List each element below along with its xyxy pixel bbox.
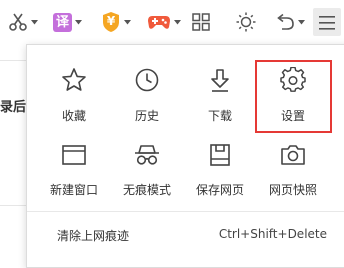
- camera-icon: [280, 143, 306, 171]
- main-menu-button[interactable]: [313, 8, 341, 36]
- menu-item-label: 新建窗口: [49, 183, 98, 197]
- menu-item-incognito[interactable]: 无痕模式: [114, 141, 180, 198]
- hamburger-menu-icon: [319, 15, 335, 34]
- menu-item-clear-history[interactable]: 清除上网痕迹 Ctrl+Shift+Delete: [27, 223, 344, 247]
- undo-icon: [275, 13, 295, 31]
- menu-item-label: 保存网页: [195, 183, 244, 197]
- page-text-fragment: 录后: [0, 100, 27, 115]
- menu-item-save-page[interactable]: 保存网页: [187, 141, 253, 198]
- browser-toolbar: 译 ¥: [0, 0, 344, 44]
- gamepad-icon: [147, 13, 171, 31]
- scissors-icon: [8, 12, 28, 32]
- menu-item-snapshot[interactable]: 网页快照: [260, 141, 326, 198]
- undo-dropdown-button[interactable]: [275, 9, 305, 35]
- save-disk-icon: [208, 143, 232, 171]
- menu-item-label: 收藏: [61, 109, 86, 123]
- window-icon: [61, 143, 87, 171]
- chevron-down-icon: [31, 19, 38, 25]
- menu-item-label: 网页快照: [268, 183, 317, 197]
- settings-highlight-box: [255, 60, 332, 133]
- menu-item-label: 历史: [134, 109, 159, 123]
- star-icon: [61, 67, 87, 97]
- clear-history-label: 清除上网痕迹: [57, 229, 130, 243]
- download-arrow-icon: [207, 67, 233, 97]
- chevron-down-icon: [298, 19, 305, 25]
- incognito-icon: [133, 143, 161, 171]
- menu-item-label: 下载: [207, 109, 232, 123]
- game-dropdown-button[interactable]: [147, 9, 181, 35]
- main-menu-dropdown: 收藏 历史 下载 设置 新建窗口 无痕模式 保存网页 网页快照 清除上网痕迹 C…: [26, 44, 344, 268]
- apps-button[interactable]: [192, 9, 210, 35]
- brightness-button[interactable]: [236, 9, 256, 35]
- page-divider: [0, 205, 26, 206]
- clock-icon: [134, 67, 160, 97]
- menu-item-history[interactable]: 历史: [114, 67, 180, 124]
- menu-item-favorites[interactable]: 收藏: [41, 67, 107, 124]
- yen-glyph: ¥: [106, 14, 116, 28]
- page-divider: [0, 60, 26, 61]
- menu-divider: [27, 211, 344, 212]
- menu-item-label: 无痕模式: [122, 183, 171, 197]
- yen-shield-icon: ¥: [101, 11, 121, 33]
- grid-icon: [192, 13, 210, 31]
- clear-history-shortcut: Ctrl+Shift+Delete: [218, 227, 327, 241]
- translate-icon: 译: [53, 12, 72, 32]
- sun-icon: [236, 12, 256, 32]
- menu-item-download[interactable]: 下载: [187, 67, 253, 124]
- scissors-dropdown-button[interactable]: [8, 9, 38, 35]
- chevron-down-icon: [75, 19, 82, 25]
- translate-dropdown-button[interactable]: 译: [53, 9, 82, 35]
- chevron-down-icon: [124, 19, 131, 25]
- price-dropdown-button[interactable]: ¥: [101, 9, 131, 35]
- chevron-down-icon: [174, 19, 181, 25]
- menu-item-new-window[interactable]: 新建窗口: [41, 141, 107, 198]
